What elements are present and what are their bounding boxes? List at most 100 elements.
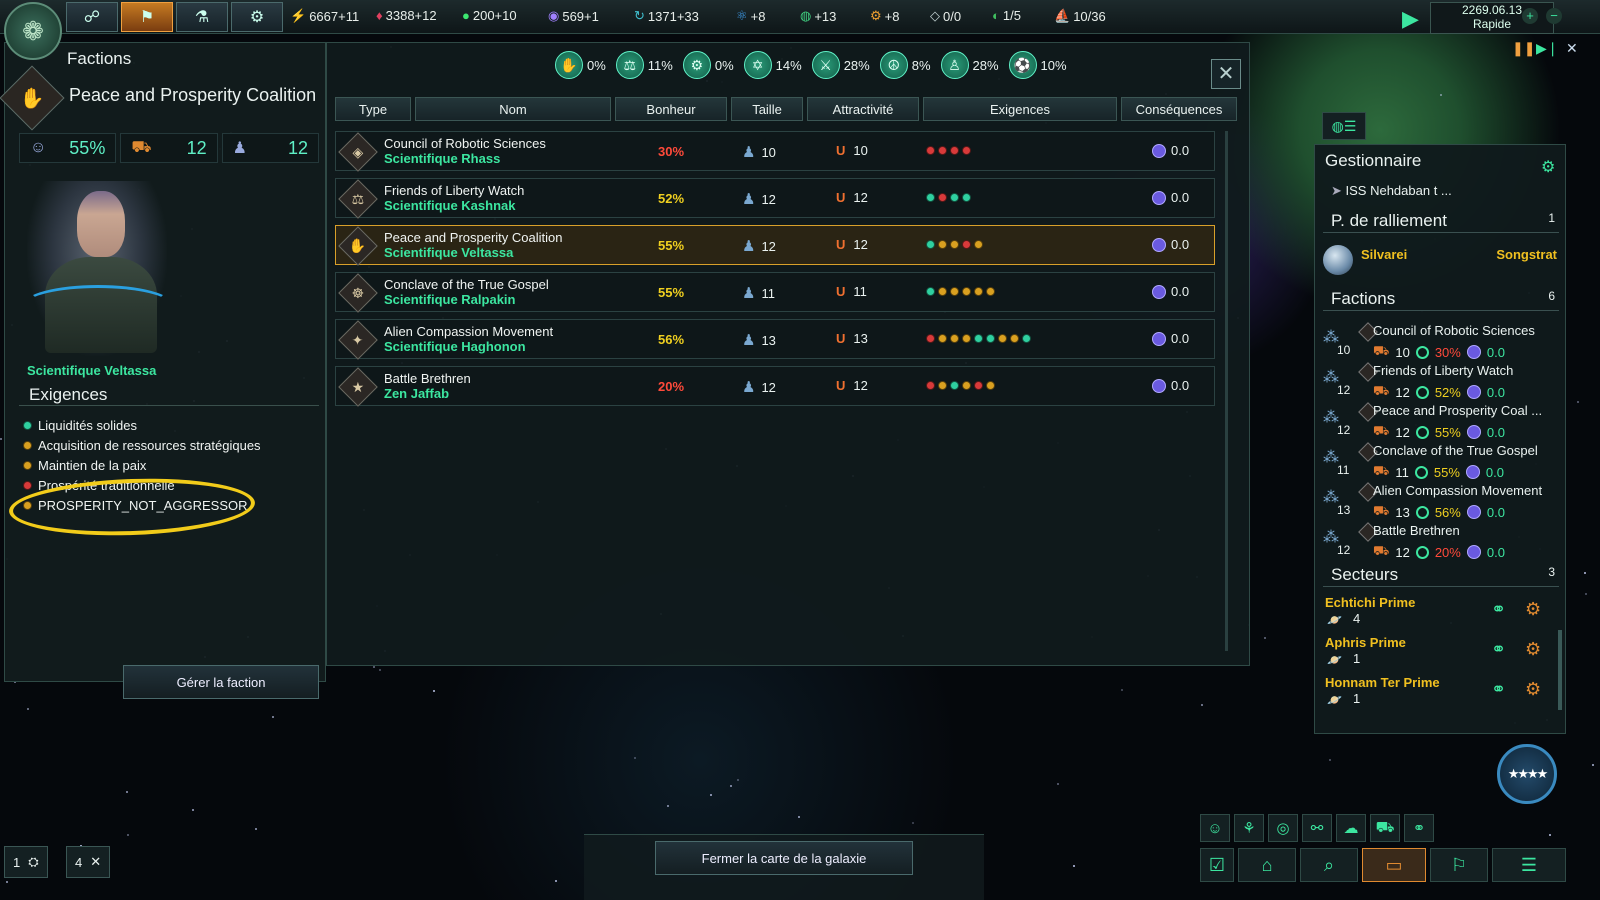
faction-leader[interactable]: Scientifique Haghonon — [384, 339, 526, 354]
play-icon[interactable]: ▶ — [1402, 6, 1419, 32]
column-happiness[interactable]: Bonheur — [615, 97, 727, 121]
species-button[interactable]: ☺ — [1200, 814, 1230, 842]
sector-edit-icon[interactable]: ⚭ — [1491, 639, 1506, 660]
sector-settings-icon[interactable]: ⚙ — [1525, 639, 1541, 660]
requirement-dots[interactable] — [926, 334, 1031, 343]
leader-portrait[interactable] — [23, 181, 173, 356]
resource-minerals[interactable]: ♦ 3388+12 — [376, 8, 437, 23]
gear-icon[interactable]: ⚙ — [1541, 157, 1555, 177]
messages-button[interactable]: ▭ — [1362, 848, 1426, 882]
requirement-dots[interactable] — [926, 287, 995, 296]
resource-unity[interactable]: ↻ 1371+33 — [634, 8, 699, 24]
sectors-section-header[interactable]: Secteurs 3 — [1323, 565, 1559, 587]
step-icon[interactable]: ▶❘ — [1536, 40, 1559, 57]
table-row[interactable]: ✦ Alien Compassion Movement Scientifique H… — [335, 319, 1215, 360]
outliner-ship[interactable]: ➤ ISS Nehdaban t ... — [1331, 183, 1452, 199]
diplomacy-button[interactable]: ⚯ — [1302, 814, 1332, 842]
ship-designer-button[interactable]: ⚙ — [231, 2, 283, 32]
column-consequences[interactable]: Conséquences — [1121, 97, 1237, 121]
speed-down-icon[interactable]: − — [1546, 8, 1562, 24]
resource-strategic-resource[interactable]: ◇ 0/0 — [930, 8, 961, 24]
rally-section-header[interactable]: P. de ralliement 1 — [1323, 211, 1559, 233]
requirement-item[interactable]: Liquidités solides — [23, 415, 261, 435]
policies-button[interactable]: ◎ — [1268, 814, 1298, 842]
table-row[interactable]: ◈ Council of Robotic Sciences Scientifique… — [335, 131, 1215, 172]
resource-fleet-capacity[interactable]: ⛵ 10/36 — [1054, 8, 1106, 24]
sector-edit-icon[interactable]: ⚭ — [1491, 679, 1506, 700]
table-row[interactable]: ✋ Peace and Prosperity Coalition Scientifi… — [335, 225, 1215, 266]
outliner-sector-item[interactable]: Echtichi Prime 🪐 4 ⚭ ⚙ — [1323, 595, 1559, 635]
outliner-sector-item[interactable]: Aphris Prime 🪐 1 ⚭ ⚙ — [1323, 635, 1559, 675]
manage-faction-button[interactable]: Gérer la faction — [123, 665, 319, 699]
outliner-faction-item[interactable]: ⁂ 12 Friends of Liberty Watch ⛟ 12 52% 0.0 — [1323, 362, 1563, 403]
column-size[interactable]: Taille — [731, 97, 803, 121]
empire-emblem[interactable]: ❁ — [4, 2, 62, 60]
ethic-xenophobe[interactable]: ⚽ 10% — [1008, 51, 1067, 79]
ethic-spiritualist[interactable]: ✡ 14% — [743, 51, 802, 79]
ethic-authoritarian[interactable]: ♙ 28% — [940, 51, 999, 79]
column-attraction[interactable]: Attractivité — [807, 97, 919, 121]
outliner-faction-item[interactable]: ⁂ 12 Battle Brethren ⛟ 12 20% 0.0 — [1323, 522, 1563, 563]
requirement-dots[interactable] — [926, 146, 971, 155]
pause-icon[interactable]: ❚❚ — [1512, 40, 1535, 57]
faction-leader[interactable]: Scientifique Ralpakin — [384, 292, 515, 307]
faction-leader[interactable]: Scientifique Veltassa — [384, 245, 513, 260]
ethic-egalitarian[interactable]: ⚖ 11% — [615, 51, 673, 79]
outliner-faction-item[interactable]: ⁂ 12 Peace and Prosperity Coal ... ⛟ 12 55% 0.… — [1323, 402, 1563, 443]
resource-influence[interactable]: ◉ 569+1 — [548, 8, 599, 24]
construction-counter[interactable]: 4 ✕ — [66, 846, 111, 878]
resource-edicts[interactable]: ◐ 1/5 — [992, 8, 1021, 23]
requirement-dots[interactable] — [926, 381, 995, 390]
close-galaxy-map-button[interactable]: Fermer la carte de la galaxie — [655, 841, 913, 875]
hyperlane-button[interactable]: ⚭ — [1404, 814, 1434, 842]
government-button[interactable]: ⚑ — [121, 2, 173, 32]
table-row[interactable]: ⚖ Friends of Liberty Watch Scientifique Ka… — [335, 178, 1215, 219]
sector-settings-icon[interactable]: ⚙ — [1525, 679, 1541, 700]
search-button[interactable]: ⌕ — [1300, 848, 1358, 882]
resource-food[interactable]: ● 200+10 — [462, 8, 517, 23]
leader-name[interactable]: Scientifique Veltassa — [27, 363, 156, 378]
outliner-sector-item[interactable]: Honnam Ter Prime 🪐 1 ⚭ ⚙ — [1323, 675, 1559, 715]
fleets-button[interactable]: ⛟ — [1370, 814, 1400, 842]
rally-point[interactable]: Silvarei Songstrat — [1323, 245, 1559, 279]
outliner-faction-item[interactable]: ⁂ 11 Conclave of the True Gospel ⛟ 11 55% 0.0 — [1323, 442, 1563, 483]
table-scrollbar[interactable] — [1225, 131, 1228, 651]
research-button[interactable]: ⚗ — [176, 2, 228, 32]
requirement-item[interactable]: Maintien de la paix — [23, 455, 261, 475]
column-type[interactable]: Type — [335, 97, 411, 121]
map-mode-button[interactable]: ◍☰ — [1322, 112, 1366, 140]
requirement-dots[interactable] — [926, 193, 971, 202]
table-row[interactable]: ☸ Conclave of the True Gospel Scientifique… — [335, 272, 1215, 313]
requirement-dots[interactable] — [926, 240, 983, 249]
close-button[interactable]: ✕ — [1211, 59, 1241, 89]
outliner-scrollbar[interactable] — [1558, 630, 1562, 710]
resource-society[interactable]: ◍ +13 — [800, 8, 836, 24]
resource-physics[interactable]: ⚛ +8 — [736, 8, 765, 24]
outliner-faction-item[interactable]: ⁂ 13 Alien Compassion Movement ⛟ 13 56% 0.0 — [1323, 482, 1563, 523]
pin-button[interactable]: ⚐ — [1430, 848, 1488, 882]
situation-log-button[interactable]: ☑ — [1200, 848, 1234, 882]
contacts-button[interactable]: ☍ — [66, 2, 118, 32]
factions-section-header[interactable]: Factions 6 — [1323, 289, 1559, 311]
column-requirements[interactable]: Exigences — [923, 97, 1117, 121]
traditions-button[interactable]: ⚘ — [1234, 814, 1264, 842]
factions-button[interactable]: ☁ — [1336, 814, 1366, 842]
ethic-xenophile[interactable]: ✋ 0% — [555, 51, 606, 79]
faction-leader[interactable]: Scientifique Kashnak — [384, 198, 515, 213]
ethic-pacifist[interactable]: ☮ 8% — [879, 51, 931, 79]
requirement-item[interactable]: Acquisition de ressources stratégiques — [23, 435, 261, 455]
empire-rating-button[interactable]: ★★★★ — [1497, 744, 1557, 804]
sector-settings-icon[interactable]: ⚙ — [1525, 599, 1541, 620]
planets-button[interactable]: ⌂ — [1238, 848, 1296, 882]
speed-up-icon[interactable]: + — [1522, 8, 1538, 24]
ethic-militarist[interactable]: ⚔ 28% — [811, 51, 870, 79]
outliner-faction-item[interactable]: ⁂ 10 Council of Robotic Sciences ⛟ 10 30% 0.0 — [1323, 322, 1563, 363]
resource-energy[interactable]: ⚡ 6667+11 — [290, 8, 359, 24]
faction-leader[interactable]: Zen Jaffab — [384, 386, 449, 401]
faction-leader[interactable]: Scientifique Rhass — [384, 151, 500, 166]
table-row[interactable]: ★ Battle Brethren Zen Jaffab 20% ♟ 12 U 12 0.0 — [335, 366, 1215, 407]
resource-engineering[interactable]: ⚙ +8 — [870, 8, 899, 24]
sector-edit-icon[interactable]: ⚭ — [1491, 599, 1506, 620]
menu-button[interactable]: ☰ — [1492, 848, 1566, 882]
colony-counter[interactable]: 1 ⛭ — [4, 846, 48, 878]
